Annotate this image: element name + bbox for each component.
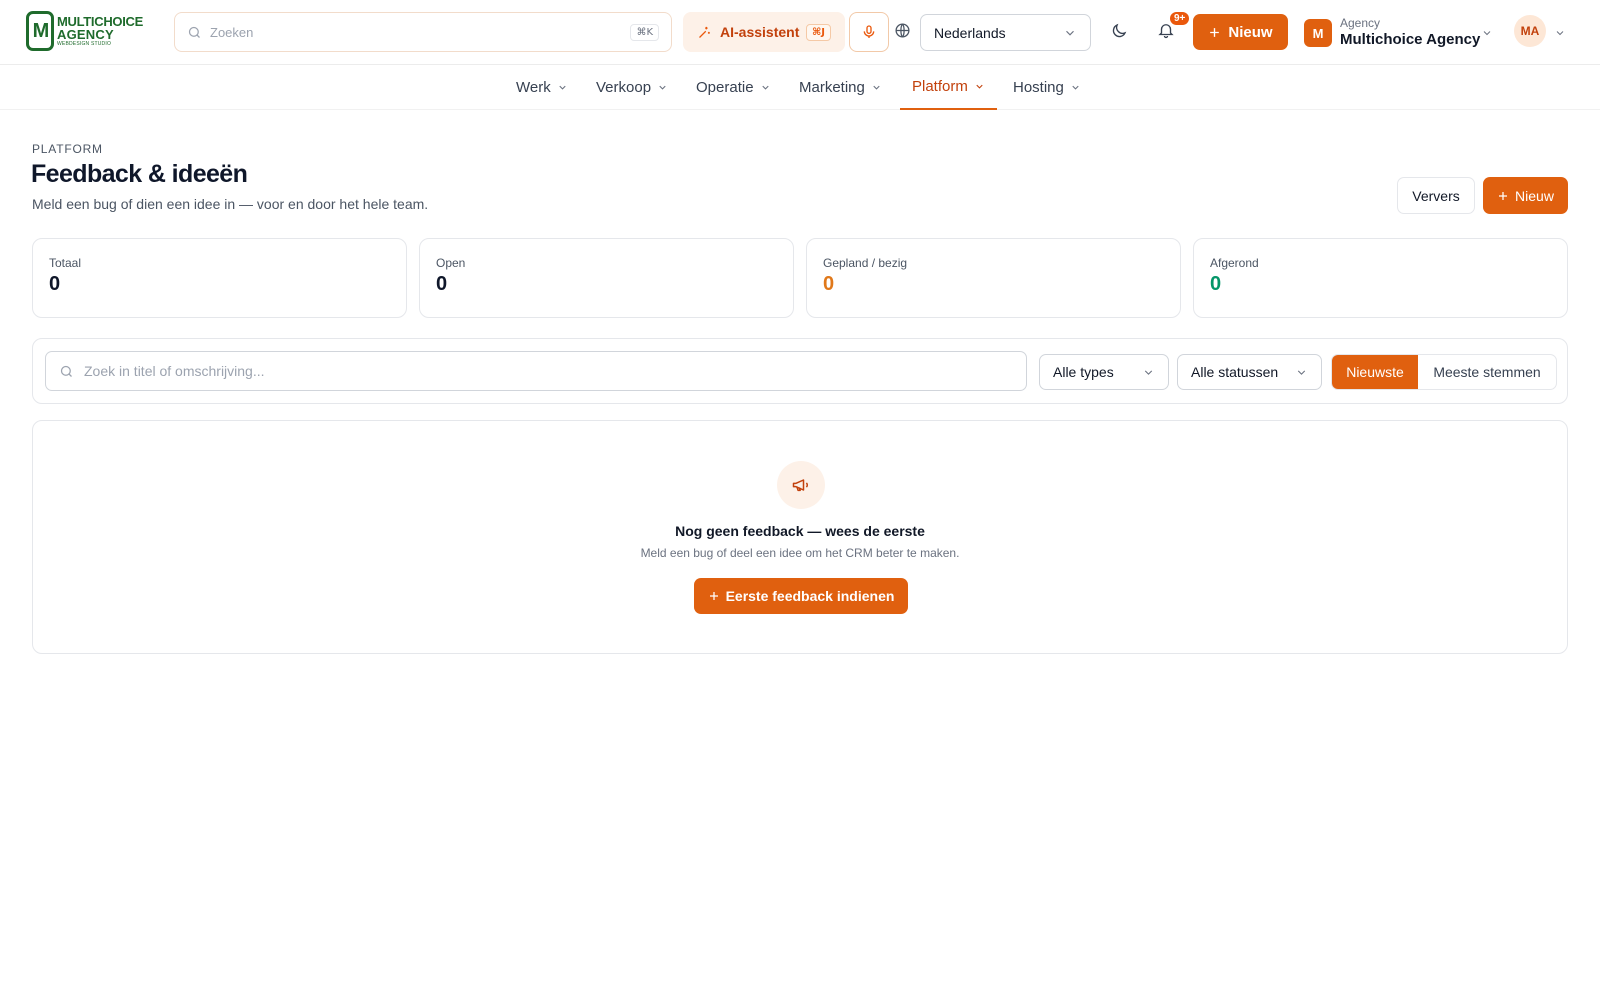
plus-icon (709, 592, 718, 600)
search-shortcut: ⌘K (630, 23, 659, 41)
chevron-down-icon (1066, 30, 1074, 36)
globe-icon (895, 23, 910, 38)
plus-icon (1210, 27, 1220, 37)
type-filter-select[interactable]: Alle types (1039, 354, 1169, 390)
brand-tagline: WEBDESIGN STUDIO (57, 41, 112, 47)
empty-state-subtitle: Meld een bug of deel een idee om het CRM… (640, 546, 960, 560)
stat-label: Afgerond (1210, 256, 1259, 270)
chevron-down-icon (761, 85, 769, 90)
search-icon (60, 365, 72, 377)
nav-item-platform[interactable]: Platform (900, 65, 997, 110)
chevron-down-icon[interactable] (1554, 27, 1566, 39)
page-title: Feedback & ideeën (31, 160, 248, 188)
language-select[interactable]: Nederlands (920, 14, 1091, 51)
empty-state: Nog geen feedback — wees de eerste Meld … (32, 420, 1568, 654)
chevron-down-icon (659, 85, 666, 90)
chevron-down-icon (559, 85, 566, 90)
stat-label: Gepland / bezig (823, 256, 908, 270)
stat-value: 0 (49, 273, 61, 295)
nav-item-verkoop[interactable]: Verkoop (584, 65, 680, 110)
ai-assistant-button[interactable]: AI-assistent ⌘J (683, 12, 845, 52)
agency-switcher[interactable]: M Agency Multichoice Agency (1304, 15, 1480, 51)
new-button-label: Nieuw (1228, 23, 1273, 41)
sort-most-votes-button[interactable]: Meeste stemmen (1418, 355, 1556, 389)
nav-item-operatie[interactable]: Operatie (684, 65, 783, 110)
feedback-search-placeholder: Zoek in titel of omschrijving... (84, 363, 265, 379)
sort-newest-button[interactable]: Nieuwste (1332, 355, 1418, 389)
stat-card-total: Totaal 0 (32, 238, 407, 318)
main-nav: Werk Verkoop Operatie Marketing Platform… (0, 65, 1600, 110)
feedback-search-input[interactable]: Zoek in titel of omschrijving... (45, 351, 1027, 391)
agency-avatar: M (1304, 19, 1332, 47)
stat-label: Totaal (49, 256, 82, 270)
new-feedback-button[interactable]: Nieuw (1483, 177, 1568, 214)
new-button-top[interactable]: Nieuw (1193, 14, 1288, 50)
ai-shortcut: ⌘J (806, 23, 831, 41)
global-search-placeholder: Zoeken (210, 24, 254, 40)
refresh-button[interactable]: Ververs (1397, 177, 1475, 214)
brand-name-line2: AGENCY (57, 27, 114, 42)
empty-state-title: Nog geen feedback — wees de eerste (675, 523, 925, 539)
chevron-down-icon (976, 84, 983, 89)
search-icon (188, 26, 200, 38)
chevron-down-icon (1297, 369, 1306, 375)
voice-button[interactable] (849, 12, 889, 52)
new-feedback-label: Nieuw (1515, 187, 1554, 204)
notification-badge: 9+ (1168, 10, 1192, 27)
plus-icon (1499, 191, 1508, 200)
user-avatar[interactable]: MA (1514, 15, 1546, 47)
submit-first-feedback-button[interactable]: Eerste feedback indienen (694, 578, 908, 614)
moon-icon[interactable] (1110, 22, 1128, 40)
chevron-down-icon (1144, 369, 1153, 375)
breadcrumb: PLATFORM (32, 142, 103, 156)
stat-card-planned: Gepland / bezig 0 (806, 238, 1181, 318)
sparkle-icon (699, 26, 710, 38)
stat-value: 0 (823, 273, 835, 295)
microphone-icon (863, 25, 875, 38)
sort-toggle: Nieuwste Meeste stemmen (1331, 354, 1557, 390)
top-bar: M MULTICHOICE AGENCY WEBDESIGN STUDIO Zo… (0, 0, 1600, 65)
ai-assistant-label: AI-assistent (720, 24, 800, 40)
global-search[interactable]: Zoeken ⌘K (174, 12, 672, 52)
nav-item-marketing[interactable]: Marketing (787, 65, 894, 110)
stat-card-open: Open 0 (419, 238, 794, 318)
page-subtitle: Meld een bug of dien een idee in — voor … (32, 196, 429, 212)
stat-card-done: Afgerond 0 (1193, 238, 1568, 318)
megaphone-icon (777, 461, 825, 509)
logo-mark: M (26, 11, 54, 51)
stat-value: 0 (1210, 273, 1222, 295)
stat-label: Open (436, 256, 466, 270)
submit-first-feedback-label: Eerste feedback indienen (725, 588, 895, 604)
language-value: Nederlands (934, 24, 1006, 41)
status-filter-select[interactable]: Alle statussen (1177, 354, 1322, 390)
nav-item-hosting[interactable]: Hosting (1001, 65, 1093, 110)
stat-value: 0 (436, 273, 448, 295)
nav-item-werk[interactable]: Werk (504, 65, 580, 110)
agency-name: Multichoice Agency (1340, 31, 1481, 49)
chevron-down-icon (1072, 85, 1079, 90)
agency-caption: Agency (1340, 16, 1381, 31)
chevron-down-icon (873, 85, 880, 90)
filter-bar: Zoek in titel of omschrijving... Alle ty… (32, 338, 1568, 404)
brand-logo[interactable]: M MULTICHOICE AGENCY WEBDESIGN STUDIO (26, 10, 158, 52)
chevron-down-icon[interactable] (1481, 27, 1493, 39)
